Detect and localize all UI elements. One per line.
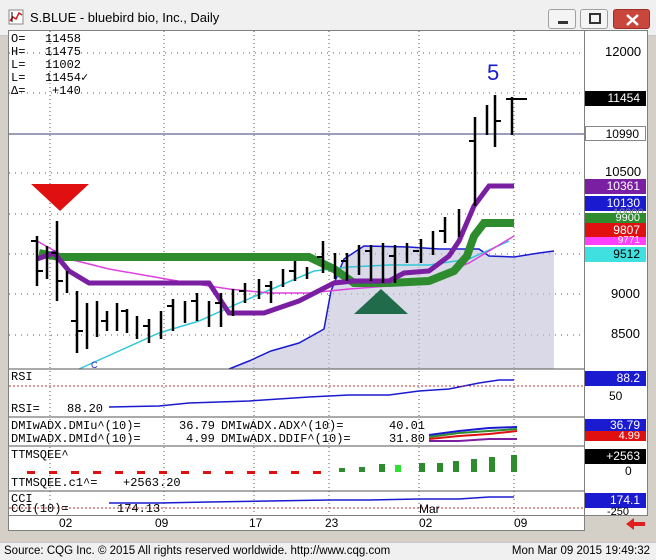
date-label: 02 bbox=[59, 516, 73, 530]
rsi-label: RSI bbox=[11, 370, 33, 384]
date-label: 02 bbox=[419, 516, 433, 530]
ttm-readout-label: TTMSQEE.c1^= bbox=[11, 476, 98, 490]
dmi-axis-box-2: 4.99 bbox=[585, 431, 646, 442]
date-label: 23 bbox=[325, 516, 339, 530]
minimize-icon bbox=[558, 21, 568, 24]
rsi-axis-box: 88.2 bbox=[585, 371, 646, 386]
status-copyright: Source: CQG Inc. © 2015 All rights reser… bbox=[4, 545, 391, 557]
price-box-level: 10990 bbox=[585, 126, 646, 141]
ttm-axis-box: +2563 bbox=[585, 449, 646, 464]
close-icon bbox=[626, 14, 639, 26]
price-box-last: 11454 bbox=[585, 91, 646, 106]
app-icon bbox=[8, 9, 24, 25]
price-box-magenta: 9771 bbox=[585, 236, 646, 246]
status-bar: Source: CQG Inc. © 2015 All rights reser… bbox=[0, 542, 656, 560]
price-box-cyan: 9512 bbox=[585, 247, 646, 262]
date-label: 17 bbox=[249, 516, 263, 530]
date-label: 09 bbox=[155, 516, 169, 530]
axis-tick-10500: 10500 bbox=[605, 164, 642, 179]
date-axis[interactable]: 02 09 17 23 02 09 Mar bbox=[8, 502, 585, 531]
dmi-down-label: DMIwADX.DMId^(10)= bbox=[11, 432, 141, 446]
rsi-readout-value: 88.20 bbox=[67, 402, 104, 416]
status-timestamp: Mon Mar 09 2015 19:49:32 bbox=[511, 545, 650, 557]
ohlc-change-label: Δ= bbox=[11, 84, 26, 98]
rsi-axis-tick: 50 bbox=[609, 389, 623, 403]
dmi-down-value: 4.99 bbox=[186, 432, 215, 446]
axis-tick-12000: 12000 bbox=[605, 44, 642, 59]
month-label: Mar bbox=[419, 502, 440, 516]
close-button[interactable] bbox=[613, 9, 650, 29]
ohlc-change-value: +140 bbox=[52, 84, 81, 98]
window-title: S.BLUE - bluebird bio, Inc., Daily bbox=[30, 10, 220, 25]
cci-axis-tick: -250 bbox=[607, 506, 630, 516]
dmi-ddif-label: DMIwADX.DDIF^(10)= bbox=[221, 432, 351, 446]
rsi-readout-label: RSI= bbox=[11, 402, 40, 416]
axis-tick-8500: 8500 bbox=[611, 326, 640, 341]
cci-readout-label: CCI(10)= bbox=[11, 502, 69, 516]
ttm-label: TTMSQEE^ bbox=[11, 448, 69, 462]
wave-c-label: C bbox=[91, 360, 98, 370]
ttm-axis-tick: 0 bbox=[625, 464, 632, 478]
price-box-purple: 10361 bbox=[585, 179, 646, 194]
minimize-button[interactable] bbox=[548, 9, 576, 29]
maximize-button[interactable] bbox=[580, 9, 608, 29]
maximize-icon bbox=[589, 13, 601, 24]
cci-readout-value: 174.13 bbox=[117, 502, 161, 516]
axis-tick-9000: 9000 bbox=[611, 286, 640, 301]
scroll-left-arrow-icon[interactable] bbox=[625, 517, 647, 531]
chart-window: S.BLUE - bluebird bio, Inc., Daily O= 11… bbox=[0, 0, 656, 560]
elliott-wave-label: 5 bbox=[487, 60, 500, 85]
price-box-green: 9900 bbox=[585, 213, 646, 224]
dmi-ddif-value: 31.80 bbox=[389, 432, 426, 446]
price-axis[interactable]: 12000 10500 9000 8500 11454 10990 10361 … bbox=[585, 30, 648, 516]
ttm-readout-value: +2563.20 bbox=[123, 476, 181, 490]
chart-panel[interactable]: O= 11458 H= 11475 L= 11002 L= 11454✓ Δ= … bbox=[8, 30, 585, 516]
date-label: 09 bbox=[514, 516, 528, 530]
